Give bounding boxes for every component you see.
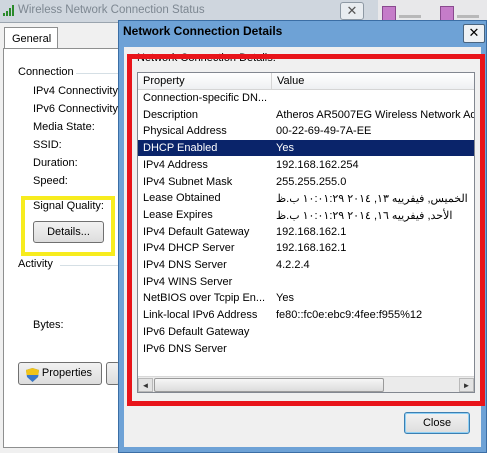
duration-label: Duration: bbox=[33, 157, 78, 169]
details-highlight-box-red bbox=[127, 54, 485, 406]
ipv4-connectivity-label: IPv4 Connectivity: bbox=[33, 85, 122, 97]
background-window-strip bbox=[378, 0, 487, 22]
ipv6-connectivity-label: IPv6 Connectivity: bbox=[33, 103, 122, 115]
speed-label: Speed: bbox=[33, 175, 68, 187]
shield-icon bbox=[26, 368, 39, 382]
media-state-label: Media State: bbox=[33, 121, 95, 133]
signal-strength-icon bbox=[3, 5, 15, 16]
activity-group-divider bbox=[60, 265, 122, 266]
close-icon: ✕ bbox=[468, 25, 480, 40]
strip-caption bbox=[399, 15, 421, 18]
activity-group-label: Activity bbox=[18, 258, 53, 270]
bytes-label: Bytes: bbox=[33, 319, 64, 331]
strip-caption-2 bbox=[457, 15, 479, 18]
properties-button-label: Properties bbox=[41, 367, 93, 379]
close-icon: ✕ bbox=[346, 3, 358, 18]
close-button-label: Close bbox=[422, 417, 452, 429]
details-button-label: Details... bbox=[47, 226, 90, 238]
dialog-close-x-button[interactable]: ✕ bbox=[463, 24, 485, 43]
connection-group-divider bbox=[76, 73, 122, 74]
tab-general-label: General bbox=[12, 33, 52, 45]
wireless-status-close-button[interactable]: ✕ bbox=[340, 2, 364, 20]
close-button[interactable]: Close bbox=[404, 412, 470, 434]
properties-button[interactable]: Properties bbox=[18, 362, 102, 385]
dialog-title[interactable]: Network Connection Details bbox=[123, 24, 282, 38]
wireless-status-title: Wireless Network Connection Status bbox=[18, 4, 205, 16]
connection-group-label: Connection bbox=[18, 66, 74, 78]
tab-general[interactable]: General bbox=[4, 27, 58, 49]
ssid-label: SSID: bbox=[33, 139, 62, 151]
details-button[interactable]: Details... bbox=[33, 221, 104, 243]
